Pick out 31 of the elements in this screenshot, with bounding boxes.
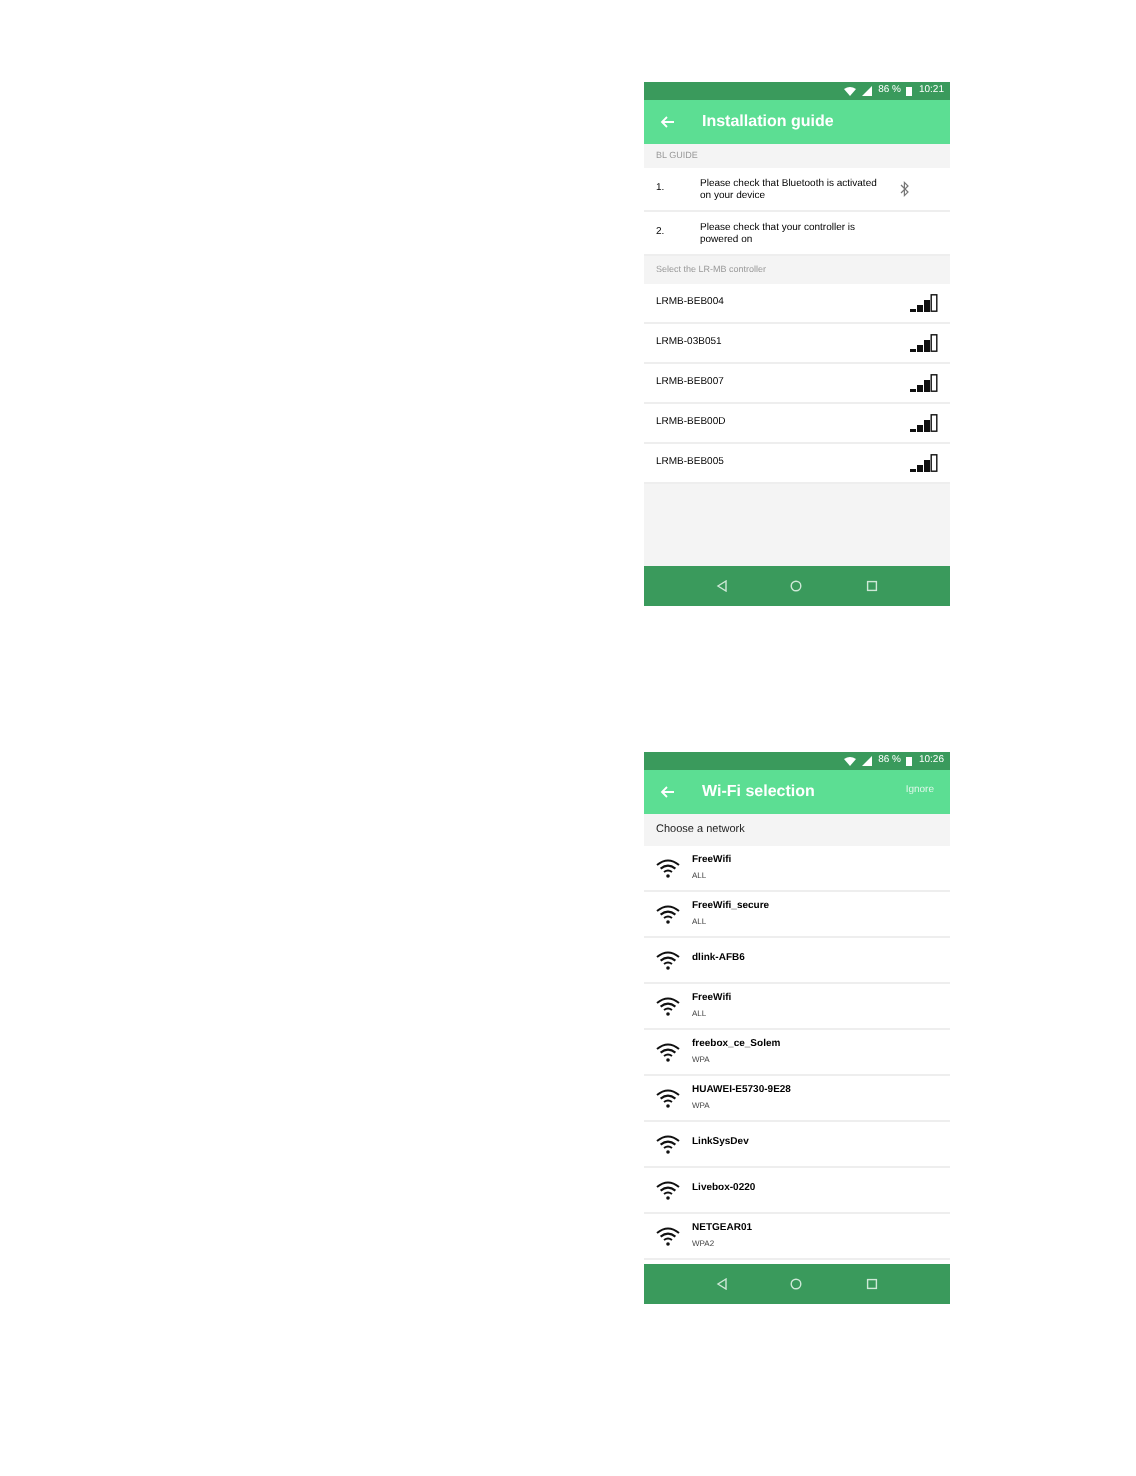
- recents-icon[interactable]: [866, 1278, 879, 1290]
- wifi-icon: [656, 1134, 680, 1154]
- back-icon[interactable]: [715, 580, 728, 592]
- battery-icon: [906, 756, 913, 766]
- cellular-icon: [862, 86, 873, 96]
- back-arrow-icon[interactable]: [660, 786, 674, 798]
- back-icon[interactable]: [715, 1278, 728, 1290]
- wifi-icon: [656, 996, 680, 1016]
- screen-title: Wi-Fi selection: [702, 780, 817, 804]
- wifi-icon: [656, 858, 680, 878]
- wifi-icon: [656, 1088, 680, 1108]
- home-icon[interactable]: [790, 580, 803, 592]
- signal-strength-icon: [910, 334, 938, 352]
- bluetooth-icon: [900, 180, 910, 198]
- signal-strength-icon: [910, 294, 938, 312]
- signal-strength-icon: [910, 374, 938, 392]
- wifi-icon: [656, 950, 680, 970]
- recents-icon[interactable]: [866, 580, 879, 592]
- wifi-icon: [656, 1180, 680, 1200]
- screen-title: Installation guide: [702, 110, 836, 134]
- wifi-icon: [844, 86, 857, 96]
- battery-icon: [906, 86, 913, 96]
- wifi-icon: [656, 1226, 680, 1246]
- wifi-icon: [656, 904, 680, 924]
- home-icon[interactable]: [790, 1278, 803, 1290]
- back-arrow-icon[interactable]: [660, 116, 674, 128]
- signal-strength-icon: [910, 414, 938, 432]
- cellular-icon: [862, 756, 873, 766]
- signal-strength-icon: [910, 454, 938, 472]
- wifi-icon: [656, 1042, 680, 1062]
- wifi-icon: [844, 756, 857, 766]
